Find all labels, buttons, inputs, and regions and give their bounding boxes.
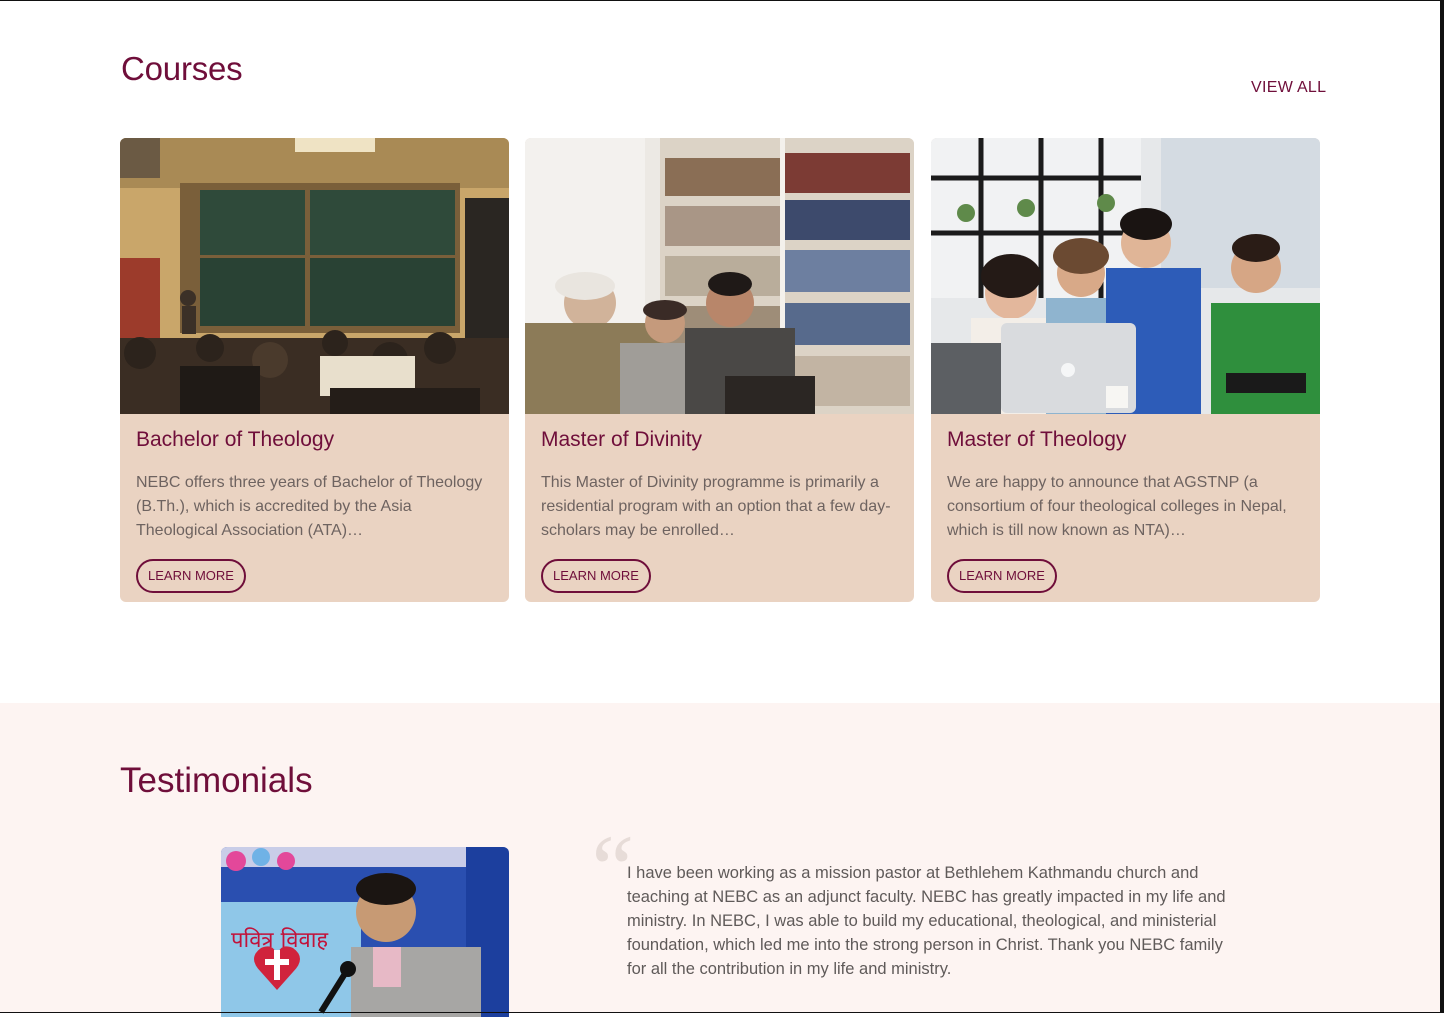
course-title: Master of Theology [947,428,1127,451]
window-top-border [0,0,1444,1]
testimonial-photo: पवित्र विवाह [221,847,509,1017]
courses-heading: Courses [121,50,243,87]
course-title: Bachelor of Theology [136,428,335,451]
course-card-master-of-theology: Master of Theology We are happy to annou… [931,138,1320,602]
course-card-master-of-divinity: Master of Divinity This Master of Divini… [525,138,914,602]
learn-more-button[interactable]: LEARN MORE [541,559,651,593]
banner-text: पवित्र विवाह [231,927,328,953]
course-description: We are happy to announce that AGSTNP (a … [947,474,1287,539]
testimonials-heading: Testimonials [120,761,313,800]
window-right-border [1440,0,1444,1013]
learn-more-button[interactable]: LEARN MORE [947,559,1057,593]
course-description: NEBC offers three years of Bachelor of T… [136,474,483,539]
library-students-image [525,138,914,414]
testimonial-quote: I have been working as a mission pastor … [627,864,1226,978]
course-card-bachelor-of-theology: Bachelor of Theology NEBC offers three y… [120,138,509,602]
view-all-link[interactable]: VIEW ALL [1251,79,1326,97]
classroom-image [120,138,509,414]
testimonials-section: Testimonials पवित्र विवाह “ I have been … [0,703,1440,1017]
learn-more-button[interactable]: LEARN MORE [136,559,246,593]
group-laptop-image [931,138,1320,414]
course-title: Master of Divinity [541,428,703,451]
course-description: This Master of Divinity programme is pri… [541,474,891,539]
